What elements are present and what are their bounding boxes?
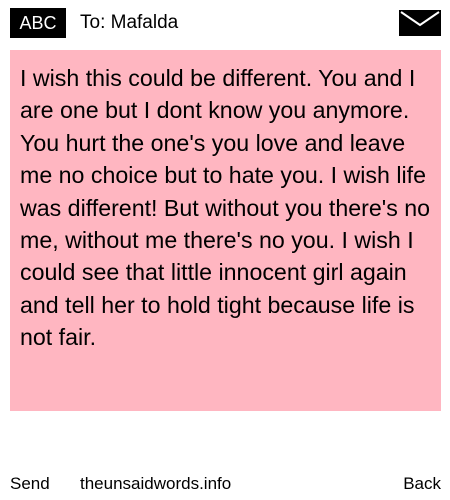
softkey-bar: Send theunsaidwords.info Back bbox=[0, 472, 450, 496]
back-button[interactable]: Back bbox=[403, 472, 441, 496]
site-link[interactable]: theunsaidwords.info bbox=[80, 472, 231, 496]
message-body[interactable]: I wish this could be different. You and … bbox=[10, 50, 441, 411]
recipient-label: To: Mafalda bbox=[80, 12, 179, 33]
input-mode-badge: ABC bbox=[10, 8, 66, 38]
envelope-icon bbox=[399, 10, 441, 36]
message-text: I wish this could be different. You and … bbox=[20, 65, 431, 351]
message-header: ABC To: Mafalda bbox=[0, 0, 450, 46]
send-button[interactable]: Send bbox=[10, 472, 50, 496]
